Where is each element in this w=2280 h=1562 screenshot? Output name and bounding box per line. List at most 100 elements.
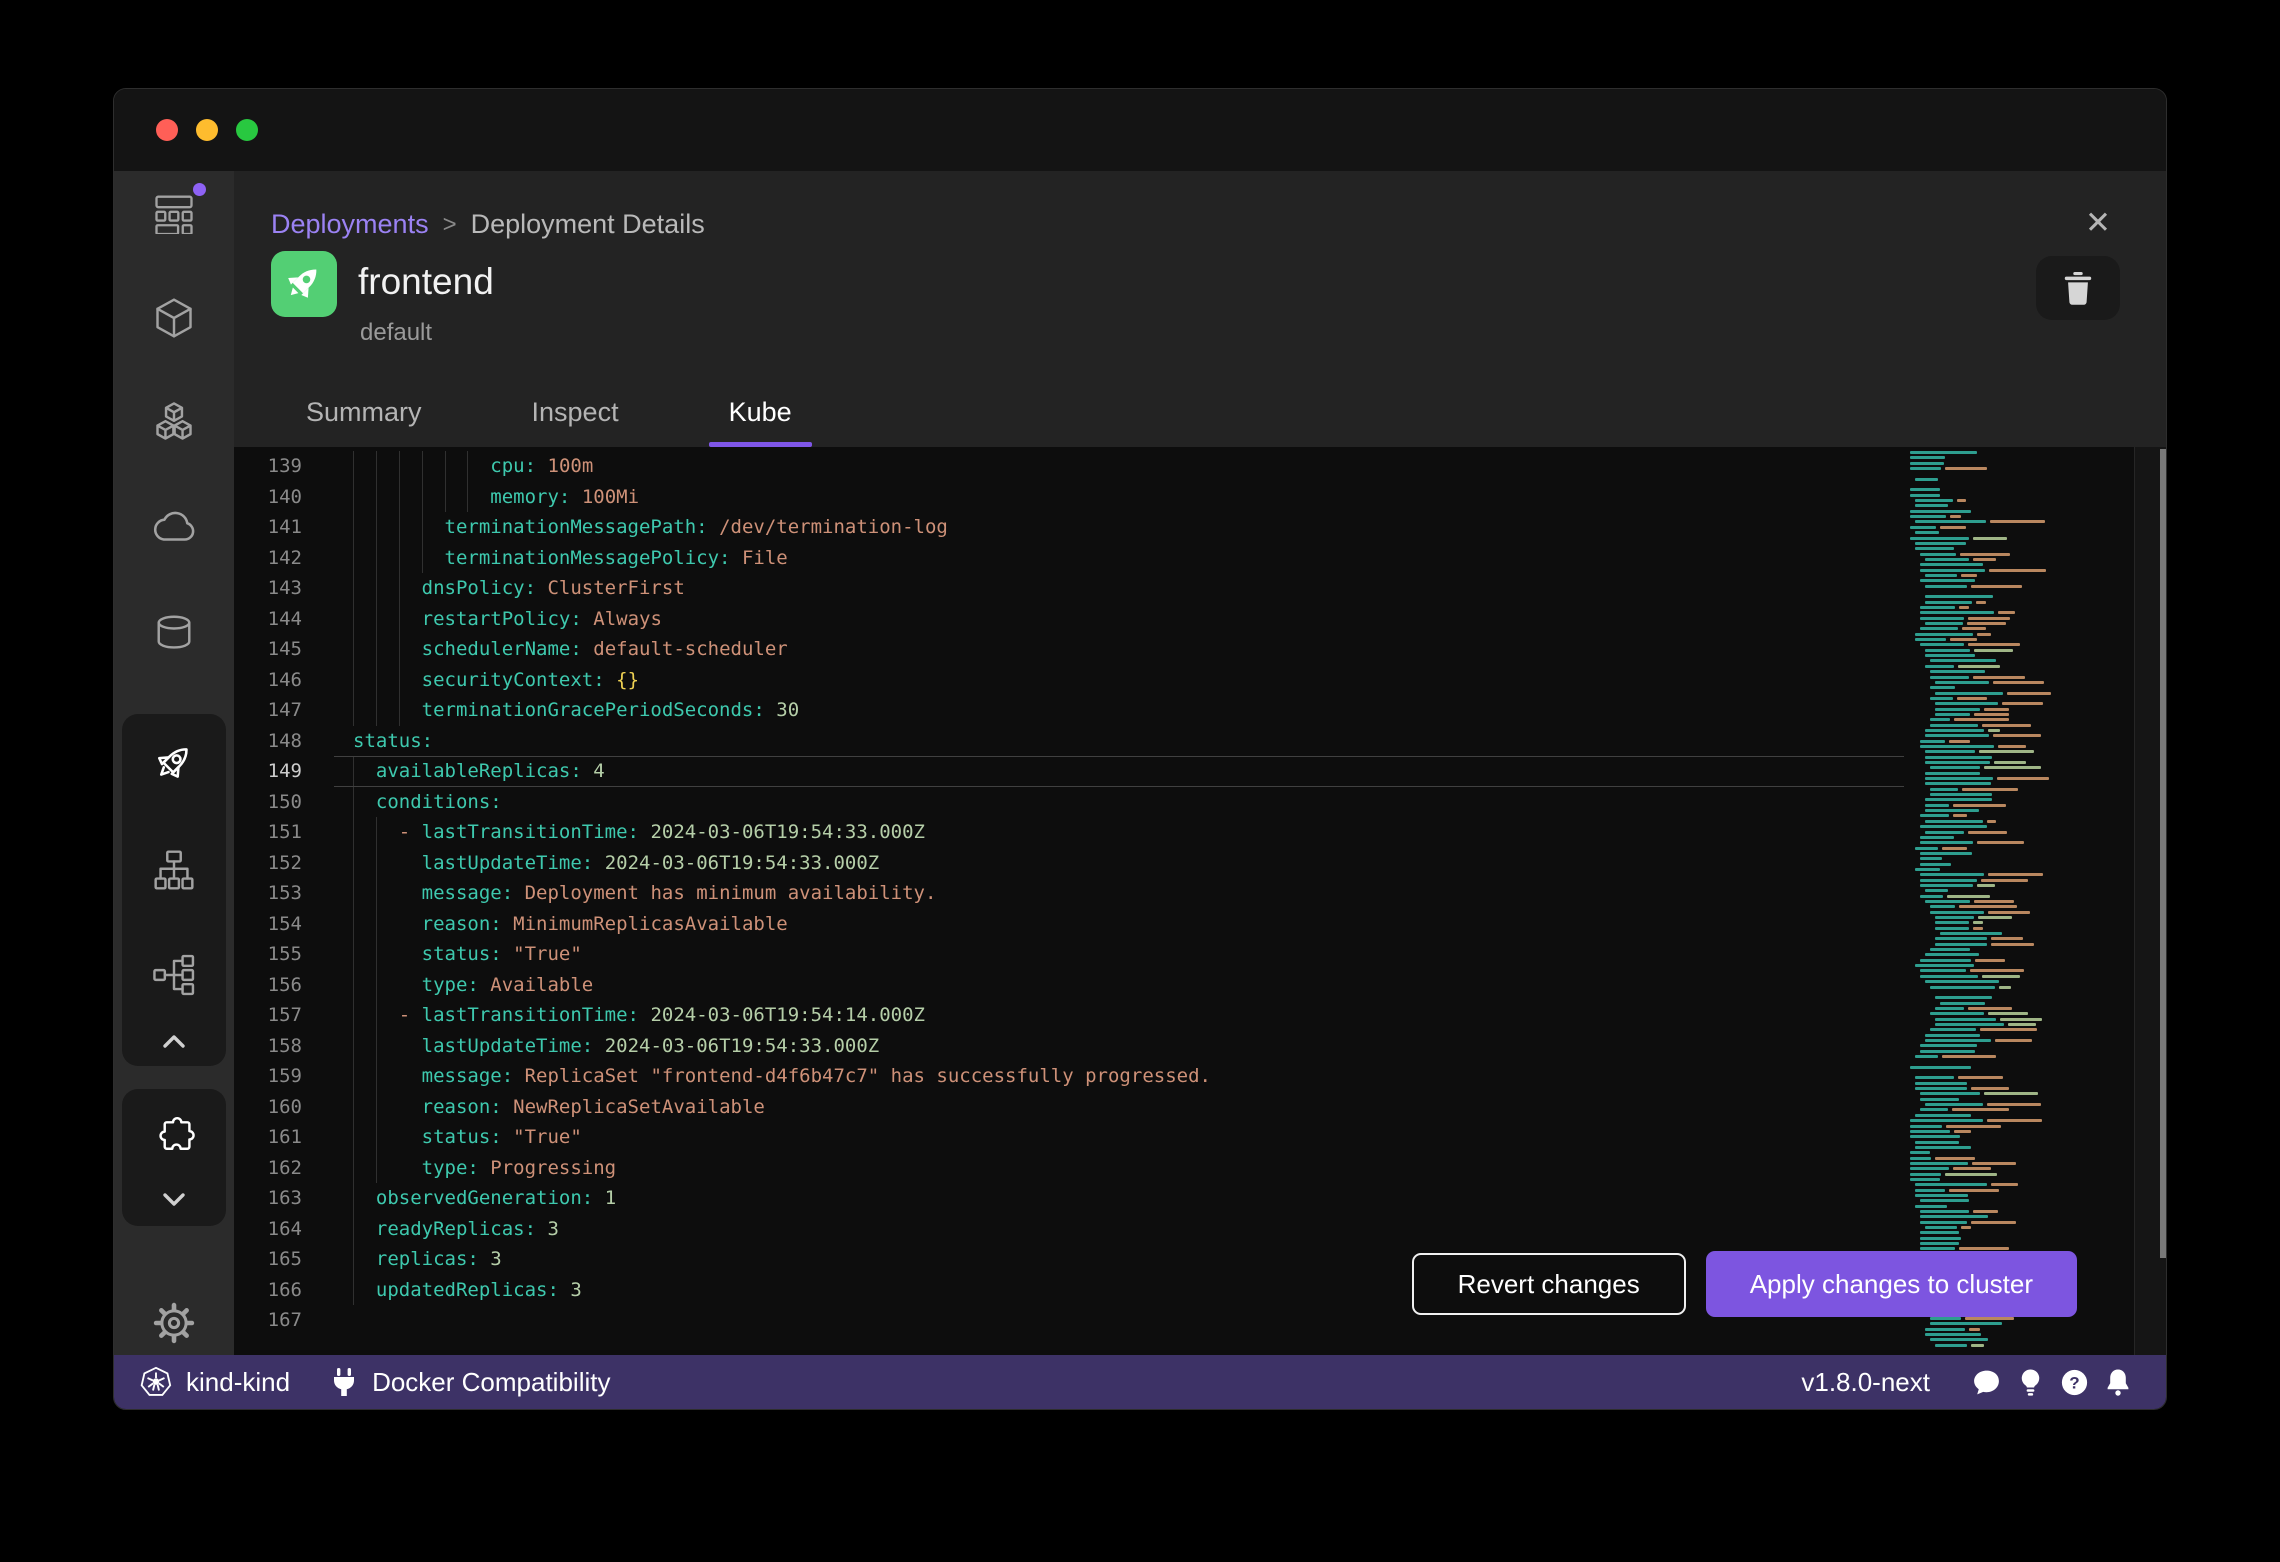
code-text[interactable]: restartPolicy: Always — [334, 603, 1904, 634]
code-line[interactable]: 147 terminationGracePeriodSeconds: 30 — [234, 695, 1904, 726]
code-text[interactable]: - lastTransitionTime: 2024-03-06T19:54:3… — [334, 817, 1904, 848]
feedback-button[interactable] — [1964, 1360, 2008, 1404]
sidebar-scroll-down[interactable] — [154, 1179, 194, 1219]
minimap-line — [1940, 1002, 1985, 1005]
code-line[interactable]: 143 dnsPolicy: ClusterFirst — [234, 573, 1904, 604]
code-pane[interactable]: 139 cpu: 100m 140 memory: 100Mi 141 termin… — [234, 447, 1904, 1355]
minimap-line — [1991, 937, 2024, 940]
code-line[interactable]: 149 availableReplicas: 4 — [234, 756, 1904, 787]
sidebar-item-resources[interactable] — [138, 939, 210, 1011]
yaml-editor[interactable]: 139 cpu: 100m 140 memory: 100Mi 141 termin… — [234, 447, 2166, 1355]
sidebar-item-extensions[interactable] — [138, 1101, 210, 1173]
minimap-line — [1920, 825, 1988, 828]
minimap-line — [1920, 569, 1986, 572]
code-line[interactable]: 148 status: — [234, 726, 1904, 757]
sidebar-item-dashboard[interactable] — [138, 177, 210, 249]
indent-guide — [398, 512, 400, 543]
code-line[interactable]: 146 securityContext: {} — [234, 664, 1904, 695]
minimap-line — [1910, 1151, 1931, 1154]
indent-guide — [444, 481, 446, 512]
code-text[interactable]: reason: MinimumReplicasAvailable — [334, 908, 1904, 939]
close-button[interactable]: ✕ — [2076, 201, 2120, 245]
code-line[interactable]: 144 restartPolicy: Always — [234, 603, 1904, 634]
sidebar-scroll-up[interactable] — [154, 1021, 194, 1061]
tab-summary[interactable]: Summary — [286, 377, 442, 447]
sidebar-item-compose[interactable] — [138, 834, 210, 906]
docker-compatibility[interactable]: Docker Compatibility — [330, 1367, 610, 1398]
code-line[interactable]: 155 status: "True" — [234, 939, 1904, 970]
yaml-key: cpu: — [490, 455, 537, 478]
code-text[interactable]: terminationMessagePath: /dev/termination… — [334, 512, 1904, 543]
code-text[interactable]: type: Progressing — [334, 1152, 1904, 1183]
code-line[interactable]: 139 cpu: 100m — [234, 451, 1904, 482]
sidebar-item-cloud[interactable] — [138, 492, 210, 564]
code-line[interactable]: 142 terminationMessagePolicy: File — [234, 542, 1904, 573]
code-line[interactable]: 162 type: Progressing — [234, 1152, 1904, 1183]
delete-deployment-button[interactable] — [2036, 256, 2120, 320]
code-text[interactable]: status: — [334, 726, 1904, 757]
traffic-light-minimize[interactable] — [196, 119, 218, 141]
code-text[interactable]: conditions: — [334, 786, 1904, 817]
code-text[interactable]: - lastTransitionTime: 2024-03-06T19:54:1… — [334, 1000, 1904, 1031]
sidebar-item-volumes[interactable] — [138, 597, 210, 669]
kube-context[interactable]: kind-kind — [140, 1366, 290, 1398]
tab-inspect[interactable]: Inspect — [512, 377, 639, 447]
yaml-value: Always — [593, 607, 662, 630]
code-text[interactable]: status: "True" — [334, 1122, 1904, 1153]
sidebar-item-settings[interactable] — [138, 1287, 210, 1359]
code-line[interactable]: 158 lastUpdateTime: 2024-03-06T19:54:33.… — [234, 1030, 1904, 1061]
code-text[interactable]: schedulerName: default-scheduler — [334, 634, 1904, 665]
sidebar-item-kube-active[interactable] — [138, 728, 210, 800]
code-line[interactable]: 160 reason: NewReplicaSetAvailable — [234, 1091, 1904, 1122]
code-line[interactable]: 163 observedGeneration: 1 — [234, 1183, 1904, 1214]
code-text[interactable]: terminationMessagePolicy: File — [334, 542, 1904, 573]
minimap-line — [1961, 1226, 1972, 1229]
code-text[interactable]: lastUpdateTime: 2024-03-06T19:54:33.000Z — [334, 847, 1904, 878]
code-line[interactable]: 156 type: Available — [234, 969, 1904, 1000]
minimap[interactable] — [1906, 451, 2136, 1349]
code-line[interactable]: 152 lastUpdateTime: 2024-03-06T19:54:33.… — [234, 847, 1904, 878]
tab-kube[interactable]: Kube — [708, 377, 812, 447]
code-text[interactable]: dnsPolicy: ClusterFirst — [334, 573, 1904, 604]
revert-changes-button[interactable]: Revert changes — [1411, 1253, 1686, 1315]
indent-guide — [353, 481, 354, 512]
sidebar-item-pods[interactable] — [138, 387, 210, 459]
code-line[interactable]: 150 conditions: — [234, 786, 1904, 817]
notifications-button[interactable] — [2096, 1360, 2140, 1404]
traffic-light-close[interactable] — [156, 119, 178, 141]
traffic-light-zoom[interactable] — [236, 119, 258, 141]
code-text[interactable]: type: Available — [334, 969, 1904, 1000]
code-text[interactable]: message: ReplicaSet "frontend-d4f6b47c7"… — [334, 1061, 1904, 1092]
code-line[interactable]: 159 message: ReplicaSet "frontend-d4f6b4… — [234, 1061, 1904, 1092]
code-line[interactable]: 153 message: Deployment has minimum avai… — [234, 878, 1904, 909]
code-text[interactable]: lastUpdateTime: 2024-03-06T19:54:33.000Z — [334, 1030, 1904, 1061]
minimap-line — [1968, 1328, 1981, 1331]
code-line[interactable]: 154 reason: MinimumReplicasAvailable — [234, 908, 1904, 939]
scrollbar-thumb[interactable] — [2160, 449, 2166, 1258]
code-text[interactable]: reason: NewReplicaSetAvailable — [334, 1091, 1904, 1122]
code-text[interactable]: availableReplicas: 4 — [334, 756, 1904, 787]
minimap-line — [1920, 857, 1942, 860]
code-text[interactable]: cpu: 100m — [334, 451, 1904, 482]
code-line[interactable]: 157 - lastTransitionTime: 2024-03-06T19:… — [234, 1000, 1904, 1031]
code-line[interactable]: 164 readyReplicas: 3 — [234, 1213, 1904, 1244]
code-text[interactable]: terminationGracePeriodSeconds: 30 — [334, 695, 1904, 726]
minimap-line — [1925, 1328, 1965, 1331]
code-line[interactable]: 140 memory: 100Mi — [234, 481, 1904, 512]
code-text[interactable]: message: Deployment has minimum availabi… — [334, 878, 1904, 909]
sidebar-item-containers[interactable] — [138, 282, 210, 354]
code-text[interactable]: observedGeneration: 1 — [334, 1183, 1904, 1214]
code-text[interactable]: memory: 100Mi — [334, 481, 1904, 512]
tips-button[interactable] — [2008, 1360, 2052, 1404]
code-line[interactable]: 151 - lastTransitionTime: 2024-03-06T19:… — [234, 817, 1904, 848]
code-text[interactable]: status: "True" — [334, 939, 1904, 970]
code-text[interactable]: securityContext: {} — [334, 664, 1904, 695]
pods-cubes-icon — [156, 402, 192, 440]
breadcrumb-deployments-link[interactable]: Deployments — [271, 209, 429, 240]
apply-changes-button[interactable]: Apply changes to cluster — [1705, 1251, 2077, 1317]
code-text[interactable]: readyReplicas: 3 — [334, 1213, 1904, 1244]
code-line[interactable]: 141 terminationMessagePath: /dev/termina… — [234, 512, 1904, 543]
help-button[interactable]: ? — [2052, 1360, 2096, 1404]
code-line[interactable]: 145 schedulerName: default-scheduler — [234, 634, 1904, 665]
code-line[interactable]: 161 status: "True" — [234, 1122, 1904, 1153]
